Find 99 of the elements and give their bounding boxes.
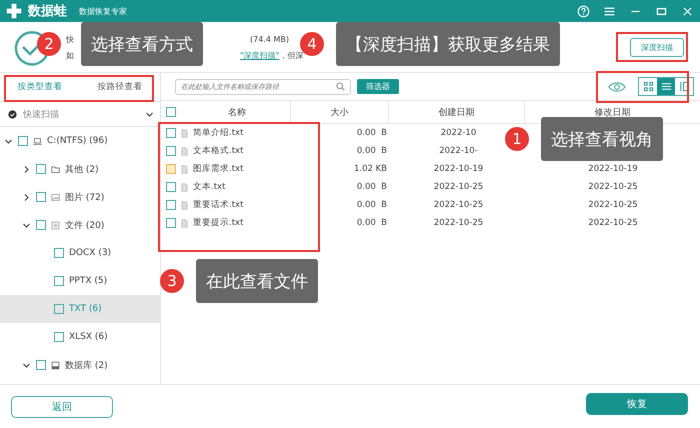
checkbox[interactable] [166, 200, 176, 210]
tree-item-label: TXT (6) [69, 304, 102, 314]
filter-button[interactable]: 筛选器 [357, 79, 399, 94]
chevron-icon[interactable] [22, 164, 31, 174]
chevron-down-icon[interactable] [145, 110, 154, 118]
scan-size-text: (74.4 MB) [250, 34, 289, 44]
deep-scan-link[interactable]: "深度扫描" [240, 50, 280, 60]
tree-item[interactable]: 数据库 (2) [0, 351, 160, 379]
tree-item[interactable]: XLSX (6) [0, 323, 160, 351]
checkbox[interactable] [166, 146, 176, 156]
file-size: 1.02 KB [354, 164, 387, 174]
callout-tooltip: 【深度扫描】获取更多结果 [336, 22, 560, 66]
checkbox[interactable] [166, 164, 176, 174]
checkbox[interactable] [36, 220, 46, 230]
tree-item-label: 文件 (20) [65, 220, 104, 232]
eye-icon[interactable] [608, 80, 626, 92]
tree-item[interactable]: 图片 (72) [0, 183, 160, 211]
recover-button[interactable]: 恢复 [586, 392, 688, 414]
image-icon [51, 192, 60, 202]
scan-status-text: 快 [66, 34, 74, 44]
callout-tooltip: 选择查看视角 [541, 117, 663, 161]
view-mode-button[interactable] [657, 78, 675, 95]
checkbox[interactable] [166, 182, 176, 192]
chevron-icon[interactable] [22, 220, 31, 230]
tree-item[interactable]: 文件 (20) [0, 211, 160, 239]
file-name[interactable]: 重要话术.txt [193, 199, 244, 211]
help-icon[interactable] [577, 4, 590, 18]
modified-date: 2022-10-25 [588, 218, 638, 228]
file-size: 0.00 B [356, 218, 387, 228]
checkbox[interactable] [54, 276, 64, 286]
deep-scan-button[interactable]: 深度扫描 [630, 38, 684, 56]
created-date: 2022-10- [439, 146, 478, 156]
tree-item-label: PPTX (5) [69, 276, 108, 286]
created-date: 2022-10-25 [434, 218, 484, 228]
tree-item-label: 其他 (2) [65, 164, 99, 176]
step-number-badge: 2 [37, 32, 61, 56]
chevron-icon[interactable] [4, 136, 13, 146]
file-size: 0.00 B [356, 200, 387, 210]
column-header[interactable]: 创建日期 [438, 106, 474, 118]
file-size: 0.00 B [356, 128, 387, 138]
chevron-icon[interactable] [22, 360, 31, 370]
back-button[interactable]: 返回 [11, 396, 113, 418]
checkbox[interactable] [54, 332, 64, 342]
checkbox[interactable] [166, 128, 176, 138]
document-icon [51, 220, 60, 230]
select-all-checkbox[interactable] [166, 107, 176, 117]
tree-item-label: DOCX (3) [69, 248, 112, 258]
app-subtitle: 数据恢复专家 [79, 6, 127, 16]
checkbox[interactable] [54, 248, 64, 258]
laptop-icon [33, 136, 42, 146]
database-icon [51, 360, 60, 370]
created-date: 2022-10 [440, 128, 476, 138]
checkbox[interactable] [18, 136, 28, 146]
checkbox[interactable] [54, 304, 64, 314]
grid-icon [642, 81, 654, 92]
cross-logo-icon [6, 3, 22, 19]
step-number-badge: 3 [160, 269, 184, 293]
file-name[interactable]: 图库需求.txt [193, 163, 244, 175]
callout-tooltip: 选择查看方式 [81, 22, 203, 66]
created-date: 2022-10-19 [434, 164, 484, 174]
tree-item[interactable]: DOCX (3) [0, 239, 160, 267]
highlight-frame [616, 32, 688, 62]
tree-item-label: 图片 (72) [65, 192, 104, 204]
tree-item[interactable]: C:(NTFS) (96) [0, 127, 160, 155]
checkbox[interactable] [36, 360, 46, 370]
chevron-icon[interactable] [22, 192, 31, 202]
scan-mode-label: 快速扫描 [23, 108, 59, 120]
panel-icon [678, 81, 690, 92]
file-name[interactable]: 重要提示.txt [193, 217, 244, 229]
hint-text: 如 [66, 50, 74, 60]
modified-date: 2022-10-25 [588, 200, 638, 210]
created-date: 2022-10-25 [434, 200, 484, 210]
menu-icon[interactable] [603, 4, 616, 18]
modified-date: 2022-10-25 [588, 182, 638, 192]
column-header[interactable]: 修改日期 [594, 106, 630, 118]
folder-icon [51, 164, 60, 174]
file-size: 0.00 B [356, 146, 387, 156]
file-size: 0.00 B [356, 182, 387, 192]
file-name[interactable]: 文本.txt [193, 181, 226, 193]
tree-item[interactable]: PPTX (5) [0, 267, 160, 295]
checkbox[interactable] [36, 192, 46, 202]
file-name[interactable]: 简单介绍.txt [193, 127, 244, 139]
tree-item-label: XLSX (6) [69, 332, 108, 342]
checkbox[interactable] [36, 164, 46, 174]
list-icon [660, 81, 672, 92]
close-icon[interactable] [681, 4, 694, 18]
file-name[interactable]: 文本格式.txt [193, 145, 244, 157]
column-header[interactable]: 大小 [330, 106, 348, 118]
tree-item-label: C:(NTFS) (96) [47, 136, 108, 146]
created-date: 2022-10-25 [434, 182, 484, 192]
modified-date: 2022-10-19 [588, 164, 638, 174]
tree-item-label: 数据库 (2) [65, 360, 108, 372]
callout-tooltip: 在此查看文件 [196, 259, 318, 303]
step-number-badge: 1 [505, 127, 529, 151]
app-name: 数据蛙 [28, 3, 67, 20]
column-header[interactable]: 名称 [228, 106, 246, 118]
check-circle-icon [8, 110, 17, 118]
tree-item[interactable]: 其他 (2) [0, 155, 160, 183]
checkbox[interactable] [166, 218, 176, 228]
